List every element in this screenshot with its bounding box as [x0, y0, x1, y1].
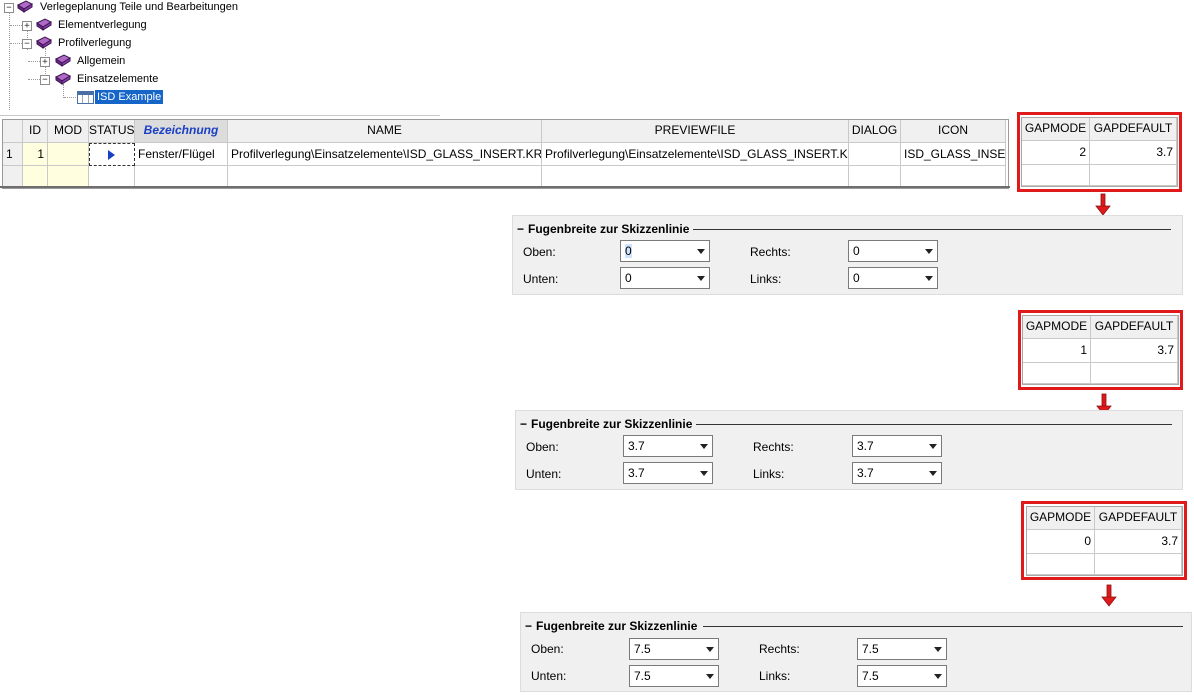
arrow-down-icon [1101, 584, 1117, 607]
cell-previewfile[interactable]: Profilverlegung\Einsatzelemente\ISD_GLAS… [542, 143, 849, 166]
table-cell[interactable] [849, 166, 901, 187]
oben-combo[interactable]: 3.7 [623, 435, 713, 457]
gap-settings-panel: − Fugenbreite zur Skizzenlinie Oben: 0 Re… [512, 215, 1183, 295]
table-cell[interactable] [23, 166, 48, 187]
cell-status[interactable] [89, 143, 135, 166]
chevron-down-icon [700, 471, 708, 476]
book-icon [17, 0, 33, 13]
collapse-toggle[interactable]: − [4, 3, 14, 13]
highlight-box [1021, 501, 1187, 580]
column-header-previewfile[interactable]: PREVIEWFILE [542, 120, 849, 143]
chevron-down-icon [929, 444, 937, 449]
panel-title: − Fugenbreite zur Skizzenlinie [517, 222, 690, 236]
label-unten: Unten: [523, 272, 559, 286]
chevron-down-icon [697, 276, 705, 281]
cell-mod[interactable] [48, 143, 89, 166]
links-combo[interactable]: 0 [848, 267, 938, 289]
collapse-toggle[interactable]: − [40, 75, 50, 85]
links-combo[interactable]: 3.7 [852, 462, 942, 484]
gap-settings-panel: − Fugenbreite zur Skizzenlinie Oben: 3.7 … [515, 410, 1183, 490]
table-icon [77, 91, 94, 104]
grid-corner [3, 120, 23, 143]
cell-bezeichnung[interactable]: Fenster/Flügel [135, 143, 228, 166]
table-cell[interactable] [135, 166, 228, 187]
oben-combo[interactable]: 7.5 [629, 638, 719, 660]
table-cell[interactable] [89, 166, 135, 187]
book-icon [36, 18, 52, 31]
data-grid[interactable]: ID MOD STATUS Bezeichnung NAME PREVIEWFI… [2, 119, 1009, 189]
cell-icon[interactable]: ISD_GLASS_INSERT [901, 143, 1006, 166]
column-header-name[interactable]: NAME [228, 120, 542, 143]
table-cell[interactable] [228, 166, 542, 187]
divider [0, 115, 440, 116]
chevron-down-icon [934, 674, 942, 679]
panel-title: − Fugenbreite zur Skizzenlinie [525, 619, 698, 633]
chevron-down-icon [929, 471, 937, 476]
rechts-combo[interactable]: 3.7 [852, 435, 942, 457]
cell-name[interactable]: Profilverlegung\Einsatzelemente\ISD_GLAS… [228, 143, 542, 166]
column-header-status[interactable]: STATUS [89, 120, 135, 143]
rechts-combo[interactable]: 7.5 [857, 638, 947, 660]
column-header-id[interactable]: ID [23, 120, 48, 143]
label-rechts: Rechts: [750, 245, 791, 259]
chevron-down-icon [697, 249, 705, 254]
table-cell[interactable] [542, 166, 849, 187]
chevron-down-icon [700, 444, 708, 449]
chevron-down-icon [706, 674, 714, 679]
cell-dialog[interactable] [849, 143, 901, 166]
book-icon [36, 36, 52, 49]
panel-title: − Fugenbreite zur Skizzenlinie [520, 417, 693, 431]
label-oben: Oben: [523, 245, 556, 259]
table-cell[interactable] [901, 166, 1006, 187]
label-oben: Oben: [531, 642, 564, 656]
row-number [3, 166, 23, 187]
label-rechts: Rechts: [753, 440, 794, 454]
tree-item-profilverlegung[interactable]: Profilverlegung [58, 36, 131, 50]
book-icon [55, 54, 71, 67]
divider [693, 229, 1171, 230]
label-unten: Unten: [531, 669, 567, 683]
links-combo[interactable]: 7.5 [857, 665, 947, 687]
gap-settings-panel: − Fugenbreite zur Skizzenlinie Oben: 7.5 … [520, 612, 1192, 692]
collapse-toggle[interactable]: − [22, 39, 32, 49]
tree-item-elementverlegung[interactable]: Elementverlegung [58, 18, 147, 32]
tree-view[interactable]: − Verlegeplanung Teile und Bearbeitungen… [0, 0, 440, 112]
label-unten: Unten: [526, 467, 562, 481]
divider [696, 424, 1172, 425]
arrow-down-icon [1095, 193, 1111, 216]
tree-item-root[interactable]: Verlegeplanung Teile und Bearbeitungen [40, 0, 238, 14]
label-links: Links: [753, 467, 785, 481]
expand-toggle[interactable]: + [22, 21, 32, 31]
row-number: 1 [3, 143, 23, 166]
column-header-bezeichnung[interactable]: Bezeichnung [135, 120, 228, 143]
tree-item-einsatzelemente[interactable]: Einsatzelemente [77, 72, 158, 86]
chevron-down-icon [934, 647, 942, 652]
highlight-box [1018, 310, 1183, 390]
rechts-combo[interactable]: 0 [848, 240, 938, 262]
play-icon [108, 150, 115, 160]
chevron-down-icon [925, 249, 933, 254]
label-links: Links: [750, 272, 782, 286]
column-header-dialog[interactable]: DIALOG [849, 120, 901, 143]
unten-combo[interactable]: 3.7 [623, 462, 713, 484]
label-links: Links: [759, 669, 791, 683]
chevron-down-icon [925, 276, 933, 281]
grid-border [0, 186, 1010, 188]
chevron-down-icon [706, 647, 714, 652]
tree-item-allgemein[interactable]: Allgemein [77, 54, 125, 68]
label-rechts: Rechts: [759, 642, 800, 656]
unten-combo[interactable]: 7.5 [629, 665, 719, 687]
divider [703, 626, 1183, 627]
cell-id[interactable]: 1 [23, 143, 48, 166]
table-cell[interactable] [48, 166, 89, 187]
oben-combo[interactable]: 0 [620, 240, 710, 262]
expand-toggle[interactable]: + [40, 57, 50, 67]
column-header-mod[interactable]: MOD [48, 120, 89, 143]
highlight-box [1017, 112, 1182, 192]
book-icon [55, 72, 71, 85]
column-header-icon[interactable]: ICON [901, 120, 1006, 143]
label-oben: Oben: [526, 440, 559, 454]
tree-item-isd-example[interactable]: ISD Example [95, 90, 164, 104]
unten-combo[interactable]: 0 [620, 267, 710, 289]
